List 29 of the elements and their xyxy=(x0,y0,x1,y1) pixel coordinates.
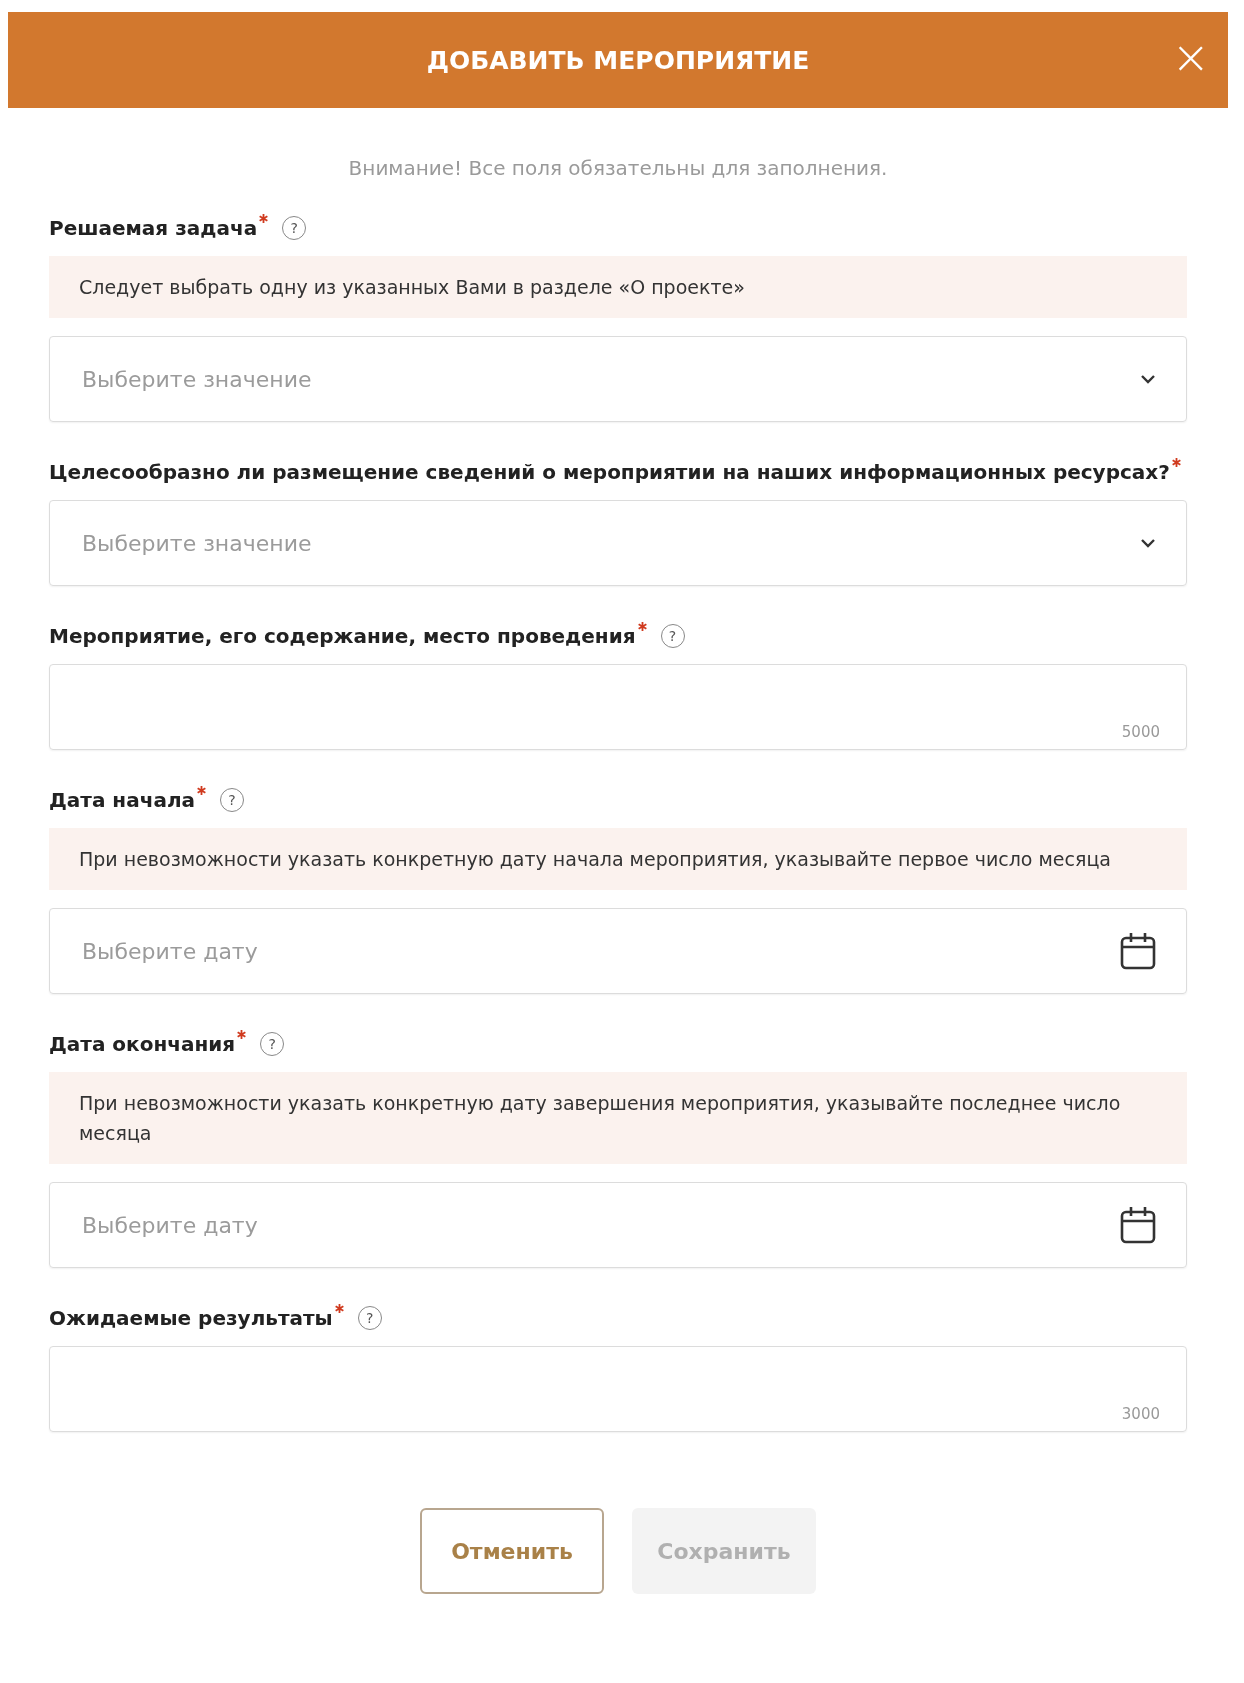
hint-text: Следует выбрать одну из указанных Вами в разделе «О проекте» xyxy=(49,256,1187,318)
text-area[interactable]: 5000 xyxy=(49,664,1187,750)
field-label: Ожидаемые результаты xyxy=(49,1306,333,1330)
character-counter: 3000 xyxy=(1121,1405,1160,1423)
calendar-icon xyxy=(1120,932,1156,970)
field-label: Решаемая задача xyxy=(49,216,258,240)
field-label: Дата начала xyxy=(49,788,196,812)
close-button[interactable]: × xyxy=(1167,34,1214,80)
date-field[interactable]: Выберите дату xyxy=(49,1182,1187,1268)
field-label: Дата окончания xyxy=(49,1032,236,1056)
chevron-down-icon xyxy=(1140,538,1156,548)
select-field[interactable]: Выберите значение xyxy=(49,336,1187,422)
date-field[interactable]: Выберите дату xyxy=(49,908,1187,994)
cancel-button[interactable]: Отменить xyxy=(420,1508,604,1594)
placeholder-text: Выберите значение xyxy=(82,366,312,392)
hint-text: При невозможности указать конкретную дату начала мероприятия, указывайте первое число месяца xyxy=(49,828,1187,890)
placeholder-text: Выберите значение xyxy=(82,530,312,556)
dialog-title: ДОБАВИТЬ МЕРОПРИЯТИЕ xyxy=(426,45,810,75)
field-label: Целесообразно ли размещение сведений о мероприятии на наших информационных ресурсах? xyxy=(49,460,1170,484)
hint-text: При невозможности указать конкретную дату завершения мероприятия, указывайте последнее число месяца xyxy=(49,1072,1187,1164)
calendar-icon xyxy=(1120,1206,1156,1244)
character-counter: 5000 xyxy=(1121,723,1160,741)
placeholder-text: Выберите дату xyxy=(82,1212,258,1238)
placeholder-text: Выберите дату xyxy=(82,938,258,964)
field-label: Мероприятие, его содержание, место проведения xyxy=(49,624,636,648)
notice-text: Внимание! Все поля обязательны для заполнения. xyxy=(347,156,889,180)
chevron-down-icon xyxy=(1140,374,1156,384)
select-field[interactable]: Выберите значение xyxy=(49,500,1187,586)
text-area[interactable]: 3000 xyxy=(49,1346,1187,1432)
